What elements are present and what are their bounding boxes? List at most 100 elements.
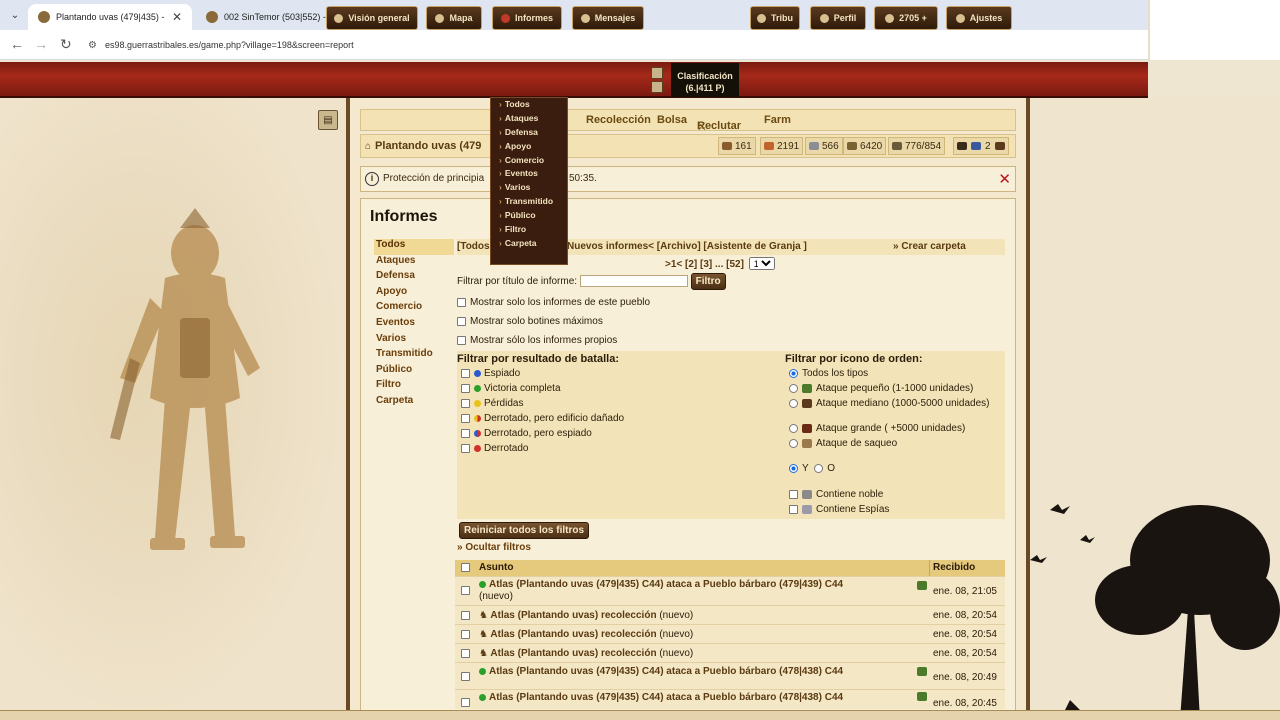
- report-link[interactable]: ♞ Atlas (Plantando uvas) recolección (nu…: [479, 629, 693, 640]
- row-checkbox[interactable]: [461, 611, 470, 620]
- menu-mapa[interactable]: Mapa: [426, 6, 482, 30]
- menu-ajustes[interactable]: Ajustes: [946, 6, 1012, 30]
- checkbox[interactable]: [461, 368, 470, 378]
- dropdown-item-carpeta[interactable]: Carpeta: [491, 237, 567, 251]
- site-settings-icon[interactable]: ⚙: [88, 40, 97, 51]
- table-row[interactable]: ♞ Atlas (Plantando uvas) recolección (nu…: [455, 643, 1005, 662]
- storage-value: 6420: [860, 140, 883, 152]
- checkbox[interactable]: [461, 443, 470, 453]
- dropdown-item-transmitido[interactable]: Transmitido: [491, 195, 567, 209]
- browser-tab-active[interactable]: Plantando uvas (479|435) - Gue ✕: [28, 4, 192, 30]
- link-farm[interactable]: Farm: [764, 114, 791, 126]
- mini-shortcut-icons[interactable]: [651, 67, 665, 95]
- report-link[interactable]: ♞ Atlas (Plantando uvas) recolección (nu…: [479, 610, 693, 621]
- report-link[interactable]: Atlas (Plantando uvas (479|435) C44) ata…: [479, 579, 909, 603]
- table-row[interactable]: Atlas (Plantando uvas (479|435) C44) ata…: [455, 689, 1005, 709]
- side-item-eventos[interactable]: Eventos: [374, 317, 454, 333]
- side-item-apoyo[interactable]: Apoyo: [374, 286, 454, 302]
- menu-vision-general[interactable]: Visión general: [326, 6, 418, 30]
- row-checkbox[interactable]: [461, 630, 470, 639]
- side-item-filtro[interactable]: Filtro: [374, 379, 454, 395]
- radio-large-attack[interactable]: [789, 423, 798, 433]
- page-select[interactable]: 1: [748, 257, 775, 270]
- report-link[interactable]: Atlas (Plantando uvas (479|435) C44) ata…: [479, 692, 843, 703]
- village-name[interactable]: ⌂ Plantando uvas (479: [365, 140, 481, 152]
- radio-small-attack[interactable]: [789, 383, 798, 393]
- back-icon[interactable]: ←: [10, 36, 24, 52]
- reload-icon[interactable]: ↻: [60, 36, 72, 53]
- link-todos[interactable]: [Todos: [457, 241, 490, 252]
- checkbox[interactable]: [461, 413, 470, 423]
- dropdown-item-apoyo[interactable]: Apoyo: [491, 140, 567, 154]
- dropdown-item-ataques[interactable]: Ataques: [491, 112, 567, 126]
- side-item-todos[interactable]: Todos: [374, 239, 454, 255]
- table-row[interactable]: Atlas (Plantando uvas (479|435) C44) ata…: [455, 576, 1005, 605]
- create-folder-link[interactable]: » Crear carpeta: [893, 241, 966, 252]
- row-checkbox[interactable]: [461, 672, 470, 681]
- hide-filters-link[interactable]: » Ocultar filtros: [457, 542, 531, 553]
- link-recoleccion[interactable]: Recolección: [586, 114, 651, 126]
- title-filter-input[interactable]: [579, 275, 688, 288]
- side-item-ataques[interactable]: Ataques: [374, 255, 454, 271]
- checkbox[interactable]: [789, 504, 798, 514]
- page-links[interactable]: >1< [2] [3] ... [52]: [665, 259, 744, 270]
- forward-icon[interactable]: →: [34, 36, 48, 52]
- dropdown-item-publico[interactable]: Público: [491, 209, 567, 223]
- dropdown-item-varios[interactable]: Varios: [491, 181, 567, 195]
- menu-tribu[interactable]: Tribu: [750, 6, 800, 30]
- side-item-varios[interactable]: Varios: [374, 333, 454, 349]
- dropdown-item-comercio[interactable]: Comercio: [491, 154, 567, 168]
- select-all-checkbox[interactable]: [461, 563, 470, 572]
- filter-button[interactable]: Filtro: [690, 273, 726, 290]
- sidebar-toggle-icon[interactable]: ▤: [318, 110, 338, 130]
- radio-medium-attack[interactable]: [789, 398, 798, 408]
- report-link[interactable]: ♞ Atlas (Plantando uvas) recolección (nu…: [479, 648, 693, 659]
- shortcut-icon[interactable]: [651, 81, 663, 93]
- shield-icon: [971, 142, 981, 150]
- row-checkbox[interactable]: [461, 698, 470, 707]
- menu-mensajes[interactable]: Mensajes: [572, 6, 644, 30]
- unit-icons[interactable]: 2: [953, 137, 1009, 155]
- menu-informes[interactable]: Informes: [492, 6, 562, 30]
- dropdown-item-todos[interactable]: Todos: [491, 98, 567, 112]
- side-item-publico[interactable]: Público: [374, 364, 454, 380]
- iron-resource: 566: [805, 137, 843, 155]
- reset-filters-button[interactable]: Reiniciar todos los filtros: [459, 522, 590, 539]
- table-row[interactable]: ♞ Atlas (Plantando uvas) recolección (nu…: [455, 605, 1005, 624]
- menu-perfil[interactable]: Perfil: [810, 6, 866, 30]
- side-item-defensa[interactable]: Defensa: [374, 270, 454, 286]
- tab-search-icon[interactable]: ⌄: [6, 6, 24, 24]
- menu-premium[interactable]: 2705 +: [874, 6, 938, 30]
- dropdown-item-filtro[interactable]: Filtro: [491, 223, 567, 237]
- checkbox[interactable]: [461, 428, 470, 438]
- contains-row: Contiene noble: [789, 489, 1005, 500]
- side-item-comercio[interactable]: Comercio: [374, 301, 454, 317]
- row-checkbox[interactable]: [461, 649, 470, 658]
- ranking-box[interactable]: Clasificación (6.|411 P): [671, 63, 739, 97]
- close-icon[interactable]: ✕: [998, 170, 1011, 188]
- link-bolsa[interactable]: Bolsa: [657, 114, 687, 126]
- link-report-views[interactable]: Nuevos informes< [Archivo] [Asistente de…: [567, 241, 807, 252]
- side-item-transmitido[interactable]: Transmitido: [374, 348, 454, 364]
- checkbox[interactable]: [461, 383, 470, 393]
- row-checkbox[interactable]: [461, 586, 470, 595]
- checkbox[interactable]: [789, 489, 798, 499]
- checkbox[interactable]: [461, 398, 470, 408]
- table-row[interactable]: ♞ Atlas (Plantando uvas) recolección (nu…: [455, 624, 1005, 643]
- dropdown-item-defensa[interactable]: Defensa: [491, 126, 567, 140]
- radio-raid-attack[interactable]: [789, 438, 798, 448]
- farm-icon: [892, 142, 902, 150]
- checkbox[interactable]: [457, 297, 466, 307]
- radio-all-types[interactable]: [789, 368, 798, 378]
- url-field[interactable]: ⚙ es98.guerrastribales.es/game.php?villa…: [88, 35, 1128, 55]
- radio-and[interactable]: [789, 463, 798, 473]
- report-link[interactable]: Atlas (Plantando uvas (479|435) C44) ata…: [479, 666, 843, 677]
- checkbox[interactable]: [457, 335, 466, 345]
- close-tab-icon[interactable]: ✕: [172, 10, 182, 24]
- checkbox[interactable]: [457, 316, 466, 326]
- shortcut-icon[interactable]: [651, 67, 663, 79]
- table-row[interactable]: Atlas (Plantando uvas (479|435) C44) ata…: [455, 662, 1005, 689]
- radio-or[interactable]: [814, 463, 824, 473]
- dropdown-item-eventos[interactable]: Eventos: [491, 167, 567, 181]
- side-item-carpeta[interactable]: Carpeta: [374, 395, 454, 411]
